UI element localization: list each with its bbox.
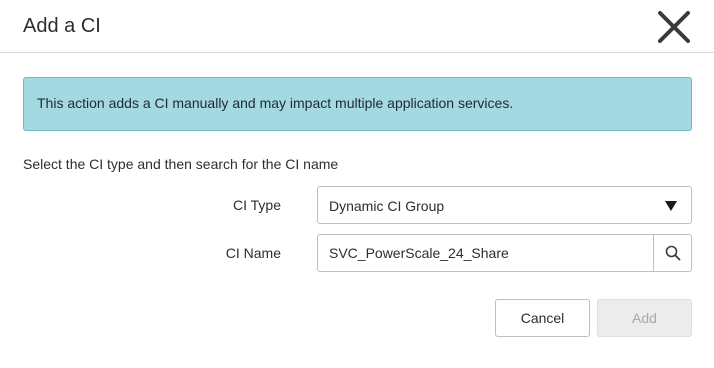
close-icon [658, 11, 690, 43]
add-ci-dialog: Add a CI This action adds a CI manually … [0, 0, 714, 368]
close-button[interactable] [655, 9, 693, 45]
info-alert: This action adds a CI manually and may i… [23, 77, 692, 131]
add-button[interactable]: Add [597, 299, 692, 337]
form-instruction: Select the CI type and then search for t… [23, 156, 339, 172]
dialog-header: Add a CI [0, 0, 714, 53]
search-icon [665, 245, 681, 261]
alert-message: This action adds a CI manually and may i… [37, 95, 514, 111]
cancel-button[interactable]: Cancel [495, 299, 590, 337]
ci-name-search-button[interactable] [653, 235, 691, 271]
ci-name-input[interactable] [318, 235, 653, 271]
ci-name-label: CI Name [225, 245, 281, 261]
ci-name-field [317, 234, 692, 272]
ci-type-label: CI Type [233, 197, 281, 213]
triangle-down-icon [665, 201, 677, 211]
ci-type-selected-value: Dynamic CI Group [329, 198, 445, 214]
ci-type-select[interactable]: Dynamic CI Group [317, 186, 692, 224]
dialog-title: Add a CI [23, 15, 101, 37]
